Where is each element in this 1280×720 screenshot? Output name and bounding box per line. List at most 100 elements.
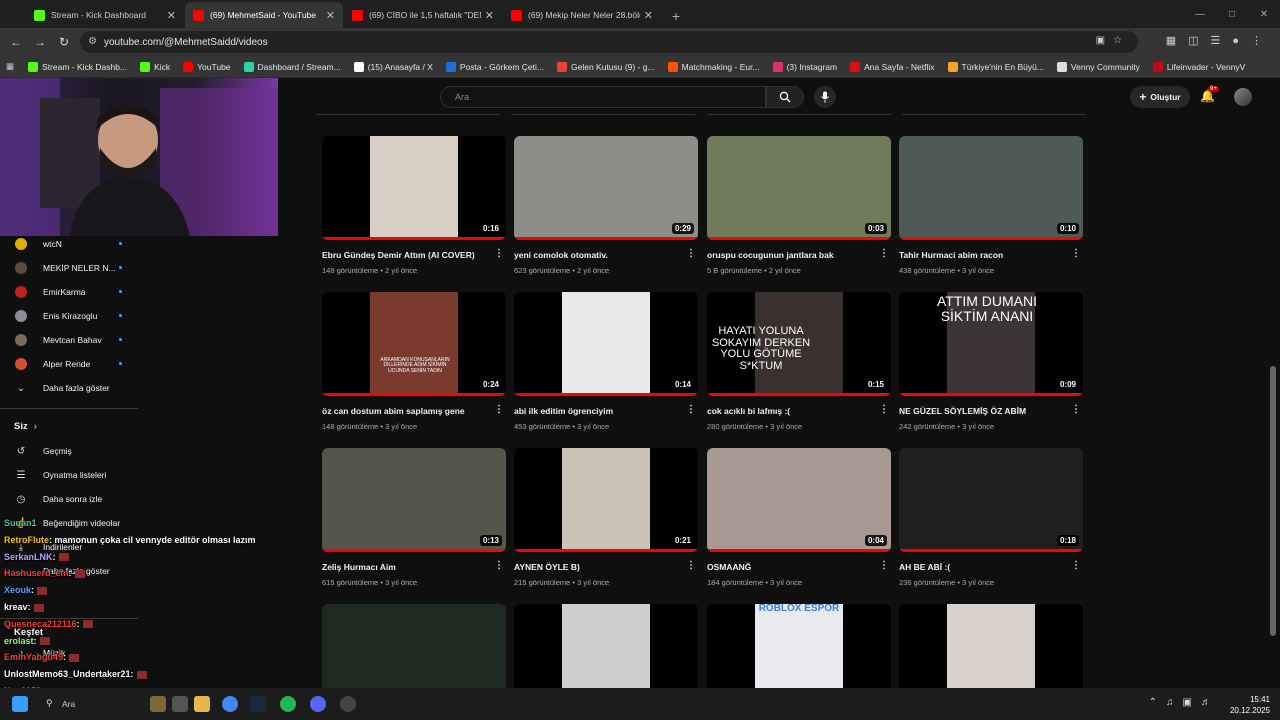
video-card[interactable]: 0:21 AYNEN ÖYLE B) 215 görüntüleme • 3 yıl…: [514, 448, 698, 587]
video-title[interactable]: cok acıklı bi lafmış :(: [707, 406, 891, 417]
subscription-channel[interactable]: EmirKarma: [0, 282, 140, 302]
video-card[interactable]: ARKAMDAN KONUŞANLARIN DİLLERİNDE ADIM Sİ…: [322, 292, 506, 431]
chrome-icon[interactable]: [222, 696, 238, 712]
bookmark-item[interactable]: Posta - Görkem Çeti...: [445, 61, 544, 72]
video-card[interactable]: 0:03 oruspu cocugunun jantlara bak 5 B gör…: [707, 136, 891, 275]
video-title[interactable]: Ebru Gündeş Demir Attım (AI COVER): [322, 250, 506, 261]
maximize-button[interactable]: □: [1216, 9, 1248, 20]
url-field[interactable]: ⚙ youtube.com/@MehmetSaidd/videos ▣☆: [80, 31, 1138, 53]
video-thumbnail[interactable]: ATTIM DUMANI SİKTİM ANANI 0:09: [899, 292, 1083, 396]
back-button[interactable]: ←: [4, 35, 28, 49]
video-card[interactable]: 0:18 AH BE ABİ :(236 görüntüleme • 3 yıl …: [899, 448, 1083, 587]
bookmark-item[interactable]: Gelen Kutusu (9) - g...: [556, 61, 655, 72]
video-thumbnail[interactable]: 0:16: [322, 136, 506, 240]
video-thumbnail[interactable]: HAYATI YOLUNA SOKAYIM DERKEN YOLU GÖTÜME…: [707, 292, 891, 396]
taskbar-search-label[interactable]: Ara: [62, 699, 75, 709]
more-actions-icon[interactable]: ⋮: [686, 404, 696, 415]
more-actions-icon[interactable]: ⋮: [494, 248, 504, 259]
bookmark-item[interactable]: (3) Instagram: [772, 61, 837, 72]
windows-start-icon[interactable]: [12, 696, 28, 712]
video-title[interactable]: oruspu cocugunun jantlara bak: [707, 250, 891, 261]
bookmark-item[interactable]: Venny Community: [1056, 61, 1140, 72]
video-thumbnail[interactable]: ROBLOX ESPOR: [707, 604, 891, 688]
subs-show-more[interactable]: ⌄ Daha fazla göster: [0, 378, 140, 398]
subscription-channel[interactable]: Enis Kirazoglu: [0, 306, 140, 326]
minimize-button[interactable]: —: [1184, 9, 1216, 20]
video-thumbnail[interactable]: 0:04: [707, 448, 891, 552]
video-card[interactable]: 0:16 Ebru Gündeş Demir Attım (AI COVER) 14…: [322, 136, 506, 275]
bookmark-item[interactable]: Ana Sayfa - Netflix: [850, 61, 935, 72]
you-nav-item[interactable]: ☰ Oynatma listeleri: [0, 465, 140, 485]
video-title[interactable]: yeni comolok otomativ.: [514, 250, 698, 261]
video-thumbnail[interactable]: 0:10: [899, 136, 1083, 240]
video-thumbnail[interactable]: 0:29: [514, 136, 698, 240]
tab-close-icon[interactable]: ✕: [644, 9, 653, 22]
video-title[interactable]: AH BE ABİ :(: [899, 562, 1083, 573]
bookmark-item[interactable]: (15) Anasayfa / X: [353, 61, 433, 72]
video-title[interactable]: OSMAANĞ: [707, 562, 891, 573]
video-title[interactable]: AYNEN ÖYLE B): [514, 562, 698, 573]
bookmark-item[interactable]: Lifeinvader - VennyV: [1152, 61, 1245, 72]
more-actions-icon[interactable]: ⋮: [686, 248, 696, 259]
bookmark-item[interactable]: Türkiye'nin En Büyü...: [947, 61, 1044, 72]
extensions-icons[interactable]: ▦◫☰●⋮: [1166, 34, 1274, 47]
close-window-button[interactable]: ✕: [1248, 9, 1280, 20]
user-avatar[interactable]: [1234, 88, 1252, 106]
bookmark-item[interactable]: Dashboard / Stream...: [243, 61, 341, 72]
video-card[interactable]: [899, 604, 1083, 688]
video-thumbnail[interactable]: 0:13: [322, 448, 506, 552]
widget-icon[interactable]: [150, 696, 166, 712]
browser-tab[interactable]: (69) Mekip Neler Neler 28.bölü… ✕: [503, 2, 661, 28]
bookmark-item[interactable]: Stream - Kick Dashb...: [28, 61, 127, 72]
video-card[interactable]: [514, 604, 698, 688]
video-card[interactable]: 0:13 Zeliş Hurmacı Aim 615 görüntüleme • 3…: [322, 448, 506, 587]
subscription-channel[interactable]: Mevtcan Bahav: [0, 330, 140, 350]
you-nav-item[interactable]: ↺ Geçmiş: [0, 441, 140, 461]
video-card[interactable]: 0:04 OSMAANĞ 184 görüntüleme • 3 yıl önce ⋮: [707, 448, 891, 587]
video-card[interactable]: HAYATI YOLUNA SOKAYIM DERKEN YOLU GÖTÜME…: [707, 292, 891, 431]
bookmark-star-icon[interactable]: ▣☆: [1096, 35, 1130, 46]
video-title[interactable]: öz can dostum abim saplamış gene: [322, 406, 506, 417]
you-nav-item[interactable]: ◷ Daha sonra izle: [0, 489, 140, 509]
video-thumbnail[interactable]: 0:03: [707, 136, 891, 240]
more-actions-icon[interactable]: ⋮: [879, 248, 889, 259]
video-title[interactable]: abi ilk editim ögrenciyim: [514, 406, 698, 417]
subscription-channel[interactable]: MEKİP NELER N...: [0, 258, 140, 278]
video-card[interactable]: ATTIM DUMANI SİKTİM ANANI 0:09 NE GÜZEL SÖ…: [899, 292, 1083, 431]
browser-tab[interactable]: Stream - Kick Dashboard ✕: [26, 2, 184, 28]
scrollbar[interactable]: [1270, 366, 1276, 636]
bookmark-item[interactable]: YouTube: [183, 61, 231, 72]
video-card[interactable]: 0:10 Tahir Hurmaci abim racon 438 görüntül…: [899, 136, 1083, 275]
tab-close-icon[interactable]: ✕: [326, 9, 335, 22]
obs-icon[interactable]: [340, 696, 356, 712]
video-card[interactable]: [322, 604, 506, 688]
more-actions-icon[interactable]: ⋮: [1071, 248, 1081, 259]
voice-search-button[interactable]: [814, 86, 836, 108]
video-card[interactable]: 0:14 abi ilk editim ögrenciyim 453 görüntü…: [514, 292, 698, 431]
browser-tab[interactable]: (69) CİBO ile 1,5 haftalık "DEN… ✕: [344, 2, 502, 28]
taskbar-search-icon[interactable]: ⚲: [46, 698, 53, 709]
create-button[interactable]: + Oluştur: [1130, 86, 1190, 108]
reload-button[interactable]: ↻: [52, 35, 76, 49]
site-info-icon[interactable]: ⚙: [88, 36, 97, 47]
clock[interactable]: 15:41 20.12.2025: [1230, 694, 1270, 716]
video-thumbnail[interactable]: ARKAMDAN KONUŞANLARIN DİLLERİNDE ADIM Sİ…: [322, 292, 506, 396]
subscription-channel[interactable]: Alper Rende: [0, 354, 140, 374]
more-actions-icon[interactable]: ⋮: [879, 560, 889, 571]
tab-close-icon[interactable]: ✕: [485, 9, 494, 22]
video-title[interactable]: Tahir Hurmaci abim racon: [899, 250, 1083, 261]
discord-icon[interactable]: [310, 696, 326, 712]
search-input[interactable]: Ara: [440, 86, 766, 108]
video-title[interactable]: NE GÜZEL SÖYLEMİŞ ÖZ ABİM: [899, 406, 1083, 417]
video-title[interactable]: Zeliş Hurmacı Aim: [322, 562, 506, 573]
apps-grid-icon[interactable]: ▦: [6, 61, 14, 72]
video-thumbnail[interactable]: 0:21: [514, 448, 698, 552]
tab-close-icon[interactable]: ✕: [167, 9, 176, 22]
you-section-header[interactable]: Siz ›: [0, 416, 140, 436]
more-actions-icon[interactable]: ⋮: [686, 560, 696, 571]
browser-tab[interactable]: (69) MehmetSaid - YouTube ✕: [185, 2, 343, 28]
video-thumbnail[interactable]: 0:18: [899, 448, 1083, 552]
forward-button[interactable]: →: [28, 35, 52, 49]
more-actions-icon[interactable]: ⋮: [494, 560, 504, 571]
video-card[interactable]: ROBLOX ESPOR: [707, 604, 891, 688]
